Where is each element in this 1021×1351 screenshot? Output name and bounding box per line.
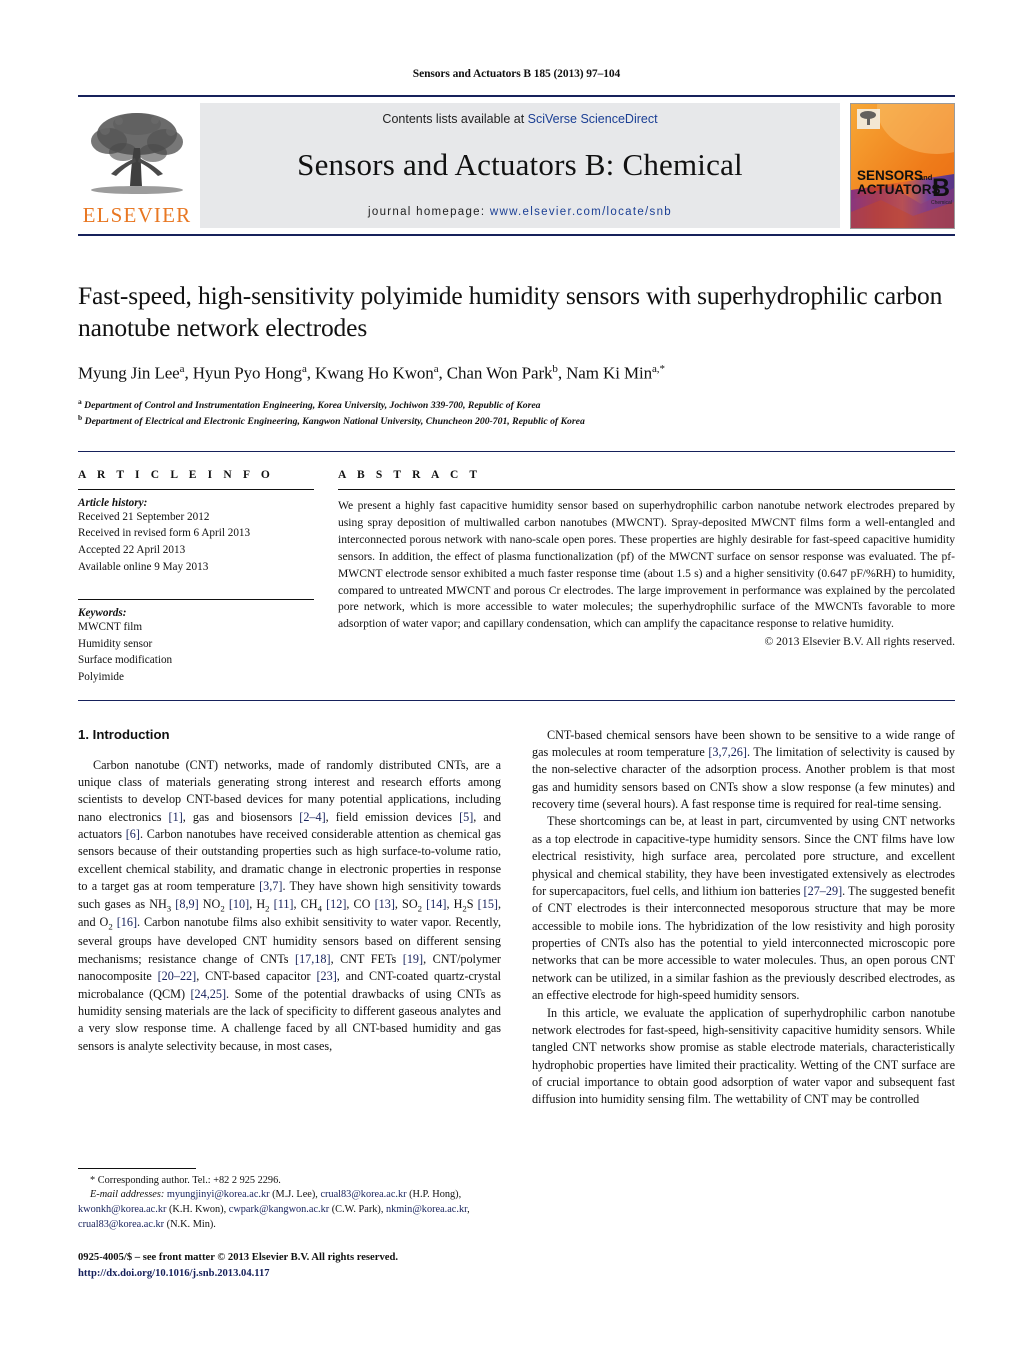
elsevier-logo: ELSEVIER (78, 103, 196, 228)
contents-lists-line: Contents lists available at SciVerse Sci… (382, 112, 657, 126)
elsevier-tree-logo (85, 108, 189, 204)
affiliation-list: a Department of Control and Instrumentat… (78, 397, 955, 429)
keyword-item: Polyimide (78, 670, 124, 683)
email-addresses-note: E-mail addresses: myungjinyi@korea.ac.kr… (78, 1189, 470, 1231)
article-info-heading: A R T I C L E I N F O (78, 468, 274, 481)
keyword-item: MWCNT film (78, 621, 143, 634)
paper-page: Sensors and Actuators B 185 (2013) 97–10… (0, 0, 1021, 1351)
footnote-rule (78, 1167, 196, 1169)
svg-text:B: B (932, 174, 950, 202)
footnote-block: * Corresponding author. Tel.: +82 2 925 … (78, 1167, 501, 1282)
abstract-column: A B S T R A C T We present a highly fast… (336, 469, 955, 686)
contents-prefix: Contents lists available at (382, 112, 528, 126)
homepage-prefix: journal homepage: (368, 206, 490, 218)
paragraph: In this article, we evaluate the applica… (532, 1005, 955, 1107)
masthead-center-band: Contents lists available at SciVerse Sci… (200, 103, 840, 228)
article-history-item: Available online 9 May 2013 (78, 560, 209, 573)
article-history-item: Received in revised form 6 April 2013 (78, 527, 251, 540)
page-title: Fast-speed, high-sensitivity polyimide h… (78, 281, 943, 343)
copyright-line: © 2013 Elsevier B.V. All rights reserved… (764, 635, 955, 649)
article-history-label: Article history: (78, 496, 148, 509)
paragraph: CNT-based chemical sensors have been sho… (532, 727, 956, 812)
title-block: Fast-speed, high-sensitivity polyimide h… (78, 280, 955, 429)
svg-text:and: and (919, 173, 933, 182)
keywords-label: Keywords: (78, 607, 127, 620)
abstract-text: We present a highly fast capacitive humi… (338, 498, 955, 631)
keywords-rule (78, 599, 314, 601)
section-heading-introduction: 1. Introduction (78, 726, 170, 742)
body-columns: 1. Introduction Carbon nanotube (CNT) ne… (78, 726, 955, 1279)
elsevier-wordmark: ELSEVIER (82, 203, 192, 227)
corresponding-author-note: * Corresponding author. Tel.: +82 2 925 … (90, 1174, 281, 1186)
svg-text:SENSORS: SENSORS (857, 168, 923, 183)
keyword-item: Humidity sensor (78, 637, 153, 650)
journal-title: Sensors and Actuators B: Chemical (297, 146, 743, 182)
running-head: Sensors and Actuators B 185 (2013) 97–10… (412, 68, 621, 80)
journal-masthead: ELSEVIER Contents lists available at Sci… (78, 95, 955, 236)
article-history-item: Accepted 22 April 2013 (78, 544, 186, 557)
svg-text:ACTUATORS: ACTUATORS (857, 182, 941, 197)
affiliation-b: b Department of Electrical and Electroni… (78, 412, 585, 428)
keyword-item: Surface modification (78, 654, 173, 667)
body-column-right: CNT-based chemical sensors have been sho… (532, 727, 955, 1109)
journal-homepage-line: journal homepage: www.elsevier.com/locat… (368, 206, 672, 218)
journal-cover-thumbnail: SENSORS and ACTUATORS B Chemical (850, 103, 955, 229)
issn-copyright-block: 0925-4005/$ – see front matter © 2013 El… (78, 1250, 501, 1282)
article-history-item: Received 21 September 2012 (78, 510, 210, 523)
journal-homepage-link[interactable]: www.elsevier.com/locate/snb (490, 206, 672, 218)
paragraph: These shortcomings can be, at least in p… (532, 814, 956, 1003)
paragraph: Carbon nanotube (CNT) networks, made of … (78, 757, 502, 1053)
abstract-heading: A B S T R A C T (338, 468, 482, 481)
sciencedirect-link[interactable]: SciVerse ScienceDirect (528, 112, 658, 126)
svg-text:Chemical: Chemical (931, 200, 952, 206)
affiliation-a: a Department of Control and Instrumentat… (78, 396, 541, 412)
article-info-rule (78, 488, 314, 490)
doi-link[interactable]: http://dx.doi.org/10.1016/j.snb.2013.04.… (78, 1268, 270, 1279)
issn-line: 0925-4005/$ – see front matter © 2013 El… (78, 1252, 398, 1264)
info-abstract-band: A R T I C L E I N F O Article history: R… (78, 450, 955, 701)
body-column-left: 1. Introduction Carbon nanotube (CNT) ne… (78, 726, 502, 1279)
article-info-column: A R T I C L E I N F O Article history: R… (78, 469, 336, 686)
abstract-rule (338, 488, 955, 490)
author-list: Myung Jin Leea, Hyun Pyo Honga, Kwang Ho… (78, 363, 665, 383)
